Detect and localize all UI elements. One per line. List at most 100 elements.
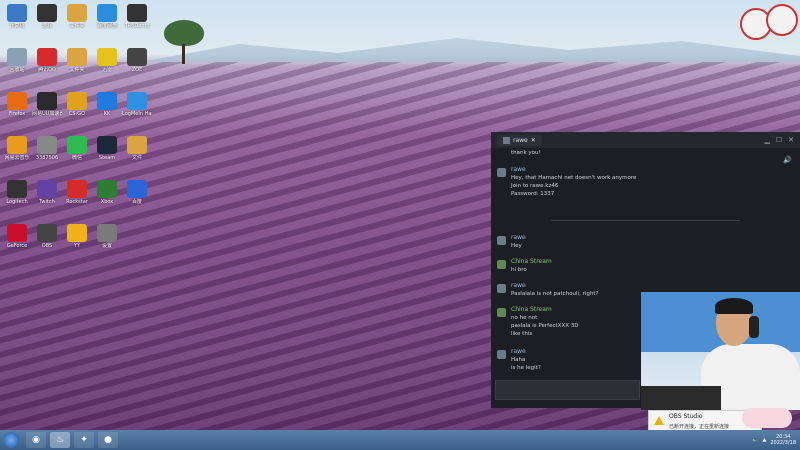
twitch-icon bbox=[37, 180, 57, 198]
desktop-icon[interactable]: 网易UU加速器 bbox=[32, 92, 62, 117]
notification-title: OBS Studio bbox=[669, 413, 703, 420]
desktop-icon[interactable]: 回收站 bbox=[2, 48, 32, 73]
zoe-icon bbox=[127, 48, 147, 66]
desktop-icon[interactable]: 网易云音乐 bbox=[2, 136, 32, 161]
desktop-icon[interactable]: KK bbox=[92, 92, 122, 117]
desktop-icon[interactable]: 计算机 bbox=[2, 4, 32, 29]
chat-input[interactable] bbox=[495, 380, 640, 400]
desktop-icon[interactable]: YY bbox=[62, 224, 92, 249]
avatar bbox=[497, 236, 506, 245]
start-button[interactable] bbox=[3, 432, 19, 448]
desktop-icon[interactable]: Twitch bbox=[32, 180, 62, 205]
maximize-icon[interactable]: ☐ bbox=[776, 136, 782, 144]
desktop-icon[interactable]: Xbox bbox=[92, 180, 122, 205]
desktop-icon[interactable]: Rockstar bbox=[62, 180, 92, 205]
mascot-widget[interactable] bbox=[742, 408, 792, 428]
desktop-icon[interactable]: 百度 bbox=[122, 180, 152, 205]
folder-icon bbox=[127, 136, 147, 154]
network-icon[interactable]: ▲ bbox=[763, 437, 767, 443]
desktop-icon-label: Xbox bbox=[100, 199, 114, 205]
desktop-icon[interactable]: Steam bbox=[92, 136, 122, 161]
desktop-icon[interactable]: 文件夹 bbox=[62, 4, 92, 29]
desktop-icon[interactable]: Firefox bbox=[2, 92, 32, 117]
qq-icon bbox=[37, 48, 57, 66]
desktop-icon-label: 微信 bbox=[71, 155, 82, 161]
wallpaper-mountains bbox=[140, 38, 800, 62]
yy-icon bbox=[67, 224, 87, 242]
sender-name[interactable]: China Stream bbox=[511, 258, 552, 265]
folder-icon bbox=[67, 4, 87, 22]
message-text: Hey, that Hamachi net doesn't work anymo… bbox=[511, 175, 637, 181]
message-text: like this bbox=[511, 331, 533, 337]
message-text: Join to rawe.kz46 bbox=[511, 183, 559, 189]
desktop-icon[interactable]: 微信 bbox=[62, 136, 92, 161]
desktop-icon[interactable]: OBS bbox=[32, 224, 62, 249]
sender-name[interactable]: rawe bbox=[511, 234, 526, 241]
avatar bbox=[497, 168, 506, 177]
desktop-icon[interactable]: 游戏 bbox=[32, 4, 62, 29]
xbox-icon bbox=[97, 180, 117, 198]
desktop-icon-label: 游戏 bbox=[41, 23, 52, 29]
desktop-icon[interactable]: 文件 bbox=[122, 136, 152, 161]
clock[interactable]: 20:34 2022/3/18 bbox=[770, 434, 796, 446]
file-icon bbox=[37, 136, 57, 154]
desktop-icon[interactable]: 腾讯QQ bbox=[32, 48, 62, 73]
system-tray: 🔈 ▲ 20:34 2022/3/18 bbox=[752, 432, 796, 448]
desktop-icon[interactable]: LogMeIn Hamachi bbox=[122, 92, 152, 117]
desktop-icon[interactable]: Logitech bbox=[2, 180, 32, 205]
desktop-icon-label: 文件 bbox=[131, 155, 142, 161]
desktop-icon[interactable]: 3387506 bbox=[32, 136, 62, 161]
browser-icon[interactable]: ◉ bbox=[26, 432, 46, 448]
desktop-icon-label: Logitech bbox=[6, 199, 28, 205]
desktop-icon-label: Twitch bbox=[39, 199, 55, 205]
sender-name[interactable]: rawe bbox=[511, 348, 526, 355]
steam-taskbar-icon[interactable]: ♨ bbox=[50, 432, 70, 448]
message-text: Paslalala is not patchouli, right? bbox=[511, 291, 599, 297]
desktop-icon[interactable]: ZOE bbox=[122, 48, 152, 73]
chat-tab[interactable]: rawe ✕ bbox=[497, 134, 542, 146]
minimize-icon[interactable]: ▁ bbox=[764, 136, 769, 144]
desktop-icon-label: 百度网盘 bbox=[96, 23, 117, 29]
uu-icon bbox=[37, 92, 57, 110]
desktop-icon-label: Steam bbox=[98, 155, 116, 161]
desktop-icon-label: 网易云音乐 bbox=[4, 155, 30, 161]
avatar bbox=[497, 308, 506, 317]
desktop-icon-label: 百度 bbox=[131, 199, 142, 205]
desktop-icon-label: KK bbox=[103, 111, 111, 117]
sender-name[interactable]: rawe bbox=[511, 282, 526, 289]
desktop-icon[interactable]: GeForce bbox=[2, 224, 32, 249]
desktop-icons: 计算机 游戏 文件夹 百度网盘 TR6Demo 回收站 腾讯QQ 文件夹 迅雷 ZOE Firefo… bbox=[0, 0, 152, 430]
desktop-icon-label: 文件夹 bbox=[69, 23, 85, 29]
desktop-icon[interactable]: 百度网盘 bbox=[92, 4, 122, 29]
sender-name[interactable]: China Stream bbox=[511, 306, 552, 313]
computer-icon bbox=[7, 4, 27, 22]
desktop-icon-label: 回收站 bbox=[9, 67, 25, 73]
desktop-icon-label: GeForce bbox=[6, 243, 28, 249]
notification-subtitle: 已断开连接，正在重新连接 bbox=[669, 424, 730, 430]
close-icon[interactable]: ✕ bbox=[788, 136, 794, 144]
voice-icon[interactable]: 🔊 bbox=[783, 156, 792, 164]
volume-icon[interactable]: 🔈 bbox=[752, 437, 758, 443]
desktop-icon-label: Rockstar bbox=[66, 199, 88, 205]
taskbar: ◉ ♨ ✦ ● 🔈 ▲ 20:34 2022/3/18 bbox=[0, 430, 800, 450]
message-text: Password: 1337 bbox=[511, 191, 555, 197]
sender-name[interactable]: rawe bbox=[511, 166, 526, 173]
desktop-icon[interactable]: 设置 bbox=[92, 224, 122, 249]
desktop-icon[interactable]: 文件夹 bbox=[62, 48, 92, 73]
cloud-icon bbox=[97, 4, 117, 22]
desktop-icon[interactable]: CS:GO bbox=[62, 92, 92, 117]
floating-widget[interactable] bbox=[740, 4, 798, 40]
desktop-icon[interactable]: 迅雷 bbox=[92, 48, 122, 73]
message-text: no he not bbox=[511, 315, 538, 321]
obs-taskbar-icon[interactable]: ● bbox=[98, 432, 118, 448]
csgo-taskbar-icon[interactable]: ✦ bbox=[74, 432, 94, 448]
desktop-icon-label: 网易UU加速器 bbox=[32, 111, 62, 117]
avatar bbox=[497, 284, 506, 293]
desktop-icon-label: 3387506 bbox=[35, 155, 59, 161]
close-icon[interactable]: ✕ bbox=[531, 137, 536, 144]
rockstar-icon bbox=[67, 180, 87, 198]
wechat-icon bbox=[67, 136, 87, 154]
desktop-icon[interactable]: TR6Demo bbox=[122, 4, 152, 29]
desktop-icon-label: TR6Demo bbox=[124, 23, 150, 29]
music-icon bbox=[7, 136, 27, 154]
